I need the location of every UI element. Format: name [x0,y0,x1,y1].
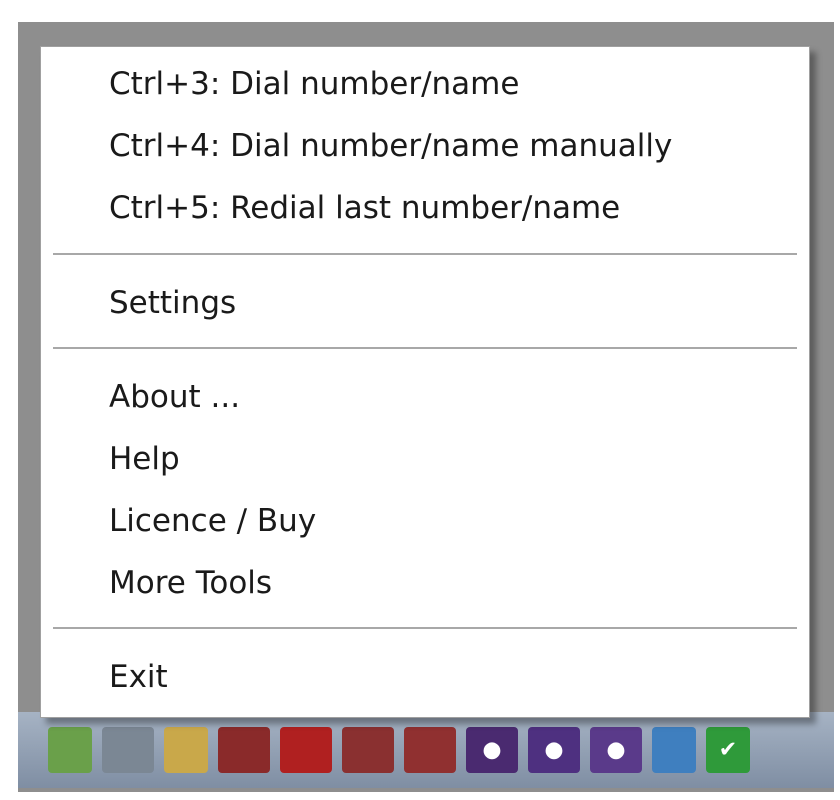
app-purple-icon-2[interactable]: ● [528,727,580,773]
menu-separator [53,347,797,349]
menu-item-settings[interactable]: Settings [109,283,236,323]
network-icon[interactable] [48,727,92,773]
menu-item-dial-manually[interactable]: Ctrl+4: Dial number/name manually [109,126,672,166]
menu-item-dial[interactable]: Ctrl+3: Dial number/name [109,64,519,104]
menu-separator [53,627,797,629]
context-menu: Ctrl+3: Dial number/name Ctrl+4: Dial nu… [40,46,810,718]
system-tray: ● ● ● ✔ [18,712,834,788]
app-purple-icon[interactable]: ● [466,727,518,773]
app-red-icon-3[interactable] [342,727,394,773]
menu-item-help[interactable]: Help [109,439,180,479]
menu-separator [53,253,797,255]
checkmark-glyph: ✔ [718,737,738,763]
app-red-icon-2[interactable] [280,727,332,773]
purple-icon-glyph: ● [606,737,626,763]
app-blue-icon[interactable] [652,727,696,773]
purple-icon-glyph: ● [544,737,564,763]
menu-item-more-tools[interactable]: More Tools [109,563,272,603]
monitor-icon[interactable] [102,727,154,773]
app-red-icon[interactable] [218,727,270,773]
purple-icon-glyph: ● [482,737,502,763]
menu-item-exit[interactable]: Exit [109,657,168,697]
checkmark-icon[interactable]: ✔ [706,727,750,773]
menu-item-licence-buy[interactable]: Licence / Buy [109,501,316,541]
folder-icon[interactable] [164,727,208,773]
menu-item-redial[interactable]: Ctrl+5: Redial last number/name [109,188,620,228]
app-red-icon-4[interactable] [404,727,456,773]
app-purple-icon-3[interactable]: ● [590,727,642,773]
menu-item-about[interactable]: About ... [109,377,240,417]
